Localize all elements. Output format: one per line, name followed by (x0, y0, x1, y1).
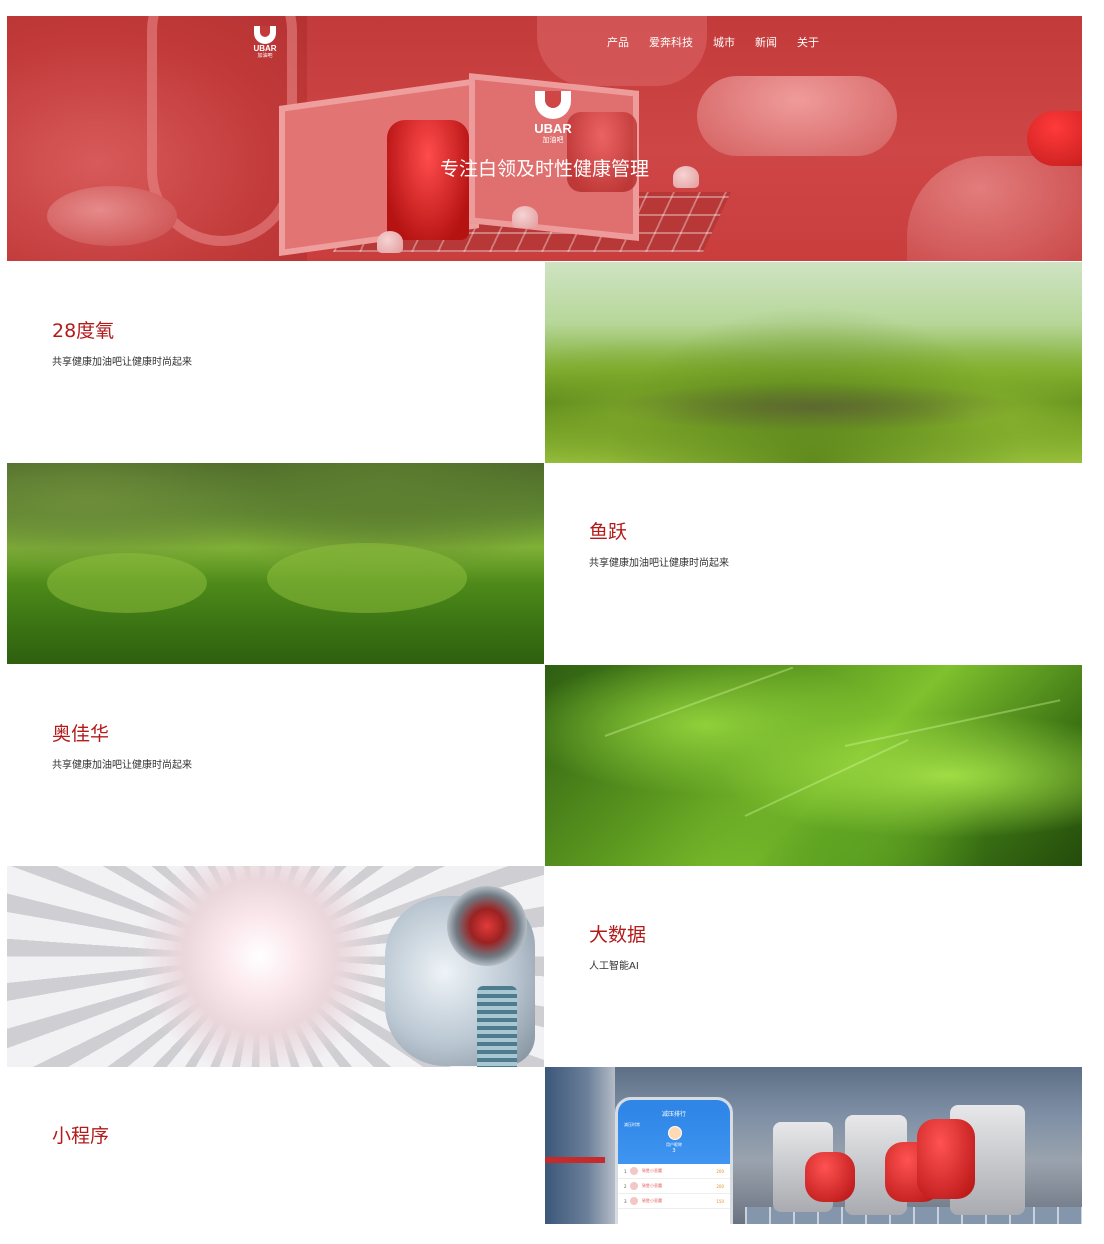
rank-name: 致胜小恶魔 (642, 1183, 662, 1188)
hero-bg-egg (47, 186, 177, 246)
logo-subtext: 加油吧 (257, 53, 273, 59)
list-item: 2 致胜小恶魔 200 (618, 1179, 730, 1194)
header-logo[interactable]: UBAR 加油吧 (251, 26, 279, 60)
hero-bg-tub (697, 76, 897, 156)
corridor-red-stripe (545, 1157, 605, 1163)
grass-highlight (47, 553, 207, 613)
leaf-photo (545, 665, 1082, 866)
feature-text: 奥佳华 共享健康加油吧让健康时尚起来 (7, 665, 544, 866)
feature-text: 28度氧 共享健康加油吧让健康时尚起来 (7, 262, 544, 463)
ubar-logo-icon (535, 91, 571, 119)
phone-rank: 3 (672, 1148, 676, 1154)
avatar (630, 1182, 638, 1190)
phone-header: 减压排行 减压时常 用户昵称 3 (618, 1110, 730, 1164)
hero-logo-subtext: 加油吧 (542, 136, 564, 144)
hero-bg-mushroom (512, 206, 538, 228)
feature-row: 奥佳华 共享健康加油吧让健康时尚起来 (7, 665, 1082, 866)
feature-row: 大数据 人工智能AI (7, 866, 1082, 1067)
phone-status-bar (618, 1100, 730, 1110)
hero-banner: UBAR 加油吧 产品 爱奔科技 城市 新闻 关于 UBAR 加油吧 专注白领及… (7, 16, 1082, 261)
feature-title: 大数据 (589, 924, 647, 946)
feature-desc: 共享健康加油吧让健康时尚起来 (52, 760, 192, 771)
nav-item-about[interactable]: 关于 (797, 36, 819, 50)
nav-item-cities[interactable]: 城市 (713, 36, 735, 50)
nav-item-products[interactable]: 产品 (607, 36, 629, 50)
showroom-red-chair (805, 1152, 855, 1202)
hero-logo: UBAR 加油吧 (523, 91, 583, 145)
feature-row: 28度氧 共享健康加油吧让健康时尚起来 (7, 262, 1082, 463)
feature-desc: 共享健康加油吧让健康时尚起来 (589, 558, 729, 569)
phone-rank-list: 1 致胜小恶魔 200 2 致胜小恶魔 200 3 致胜小恶魔 150 (618, 1164, 730, 1209)
nav-item-aiben-tech[interactable]: 爱奔科技 (649, 36, 693, 50)
rank-points: 150 (716, 1198, 724, 1204)
feature-text: 鱼跃 共享健康加油吧让健康时尚起来 (545, 463, 1082, 664)
feature-desc: 人工智能AI (589, 961, 639, 972)
moss-rock-shade (605, 382, 1025, 432)
feature-title: 奥佳华 (52, 723, 110, 745)
feature-text: 大数据 人工智能AI (545, 866, 1082, 1067)
app-showroom-photo: 减压排行 减压时常 用户昵称 3 1 致胜小恶魔 200 2 致胜小恶魔 200… (545, 1067, 1082, 1224)
feature-text: 小程序 (7, 1067, 544, 1224)
nav-item-news[interactable]: 新闻 (755, 36, 777, 50)
leaf-vein (844, 699, 1061, 747)
feature-title: 28度氧 (52, 320, 115, 342)
robot-photo (7, 866, 544, 1067)
rank-points: 200 (716, 1168, 724, 1174)
avatar (630, 1167, 638, 1175)
feature-row: 小程序 减压排行 减压时常 用户昵称 3 1 致胜小恶魔 200 2 致胜小恶魔… (7, 1067, 1082, 1224)
list-item: 1 致胜小恶魔 200 (618, 1164, 730, 1179)
phone-label: 减压时常 (624, 1122, 640, 1127)
moss-photo (545, 262, 1082, 463)
phone-title: 减压排行 (661, 1111, 686, 1118)
feature-desc: 共享健康加油吧让健康时尚起来 (52, 357, 192, 368)
grass-highlight (267, 543, 467, 613)
avatar (630, 1197, 638, 1205)
hero-logo-text: UBAR (534, 121, 572, 136)
rank-points: 200 (716, 1183, 724, 1189)
hero-bg-mushroom (377, 231, 403, 253)
phone-mockup: 减压排行 减压时常 用户昵称 3 1 致胜小恶魔 200 2 致胜小恶魔 200… (615, 1097, 733, 1224)
corridor-bg (545, 1067, 615, 1224)
rank-name: 致胜小恶魔 (642, 1198, 662, 1203)
grass-photo (7, 463, 544, 664)
leaf-vein (604, 666, 794, 737)
hero-tagline: 专注白领及时性健康管理 (439, 158, 649, 180)
rank-name: 致胜小恶魔 (642, 1168, 662, 1173)
feature-row: 鱼跃 共享健康加油吧让健康时尚起来 (7, 463, 1082, 664)
showroom-red-chair (917, 1119, 975, 1199)
avatar (668, 1126, 682, 1140)
main-nav: 产品 爱奔科技 城市 新闻 关于 (607, 36, 839, 50)
ubar-logo-icon (254, 26, 276, 44)
leaf-vein (744, 739, 909, 817)
robot-neck (477, 986, 517, 1067)
feature-title: 鱼跃 (589, 521, 628, 543)
logo-text: UBAR (253, 44, 277, 53)
page: UBAR 加油吧 产品 爱奔科技 城市 新闻 关于 UBAR 加油吧 专注白领及… (7, 16, 1082, 1224)
feature-title: 小程序 (52, 1125, 110, 1147)
hero-bg-sofa (537, 16, 707, 86)
robot-gear (447, 886, 527, 966)
list-item: 3 致胜小恶魔 150 (618, 1194, 730, 1209)
